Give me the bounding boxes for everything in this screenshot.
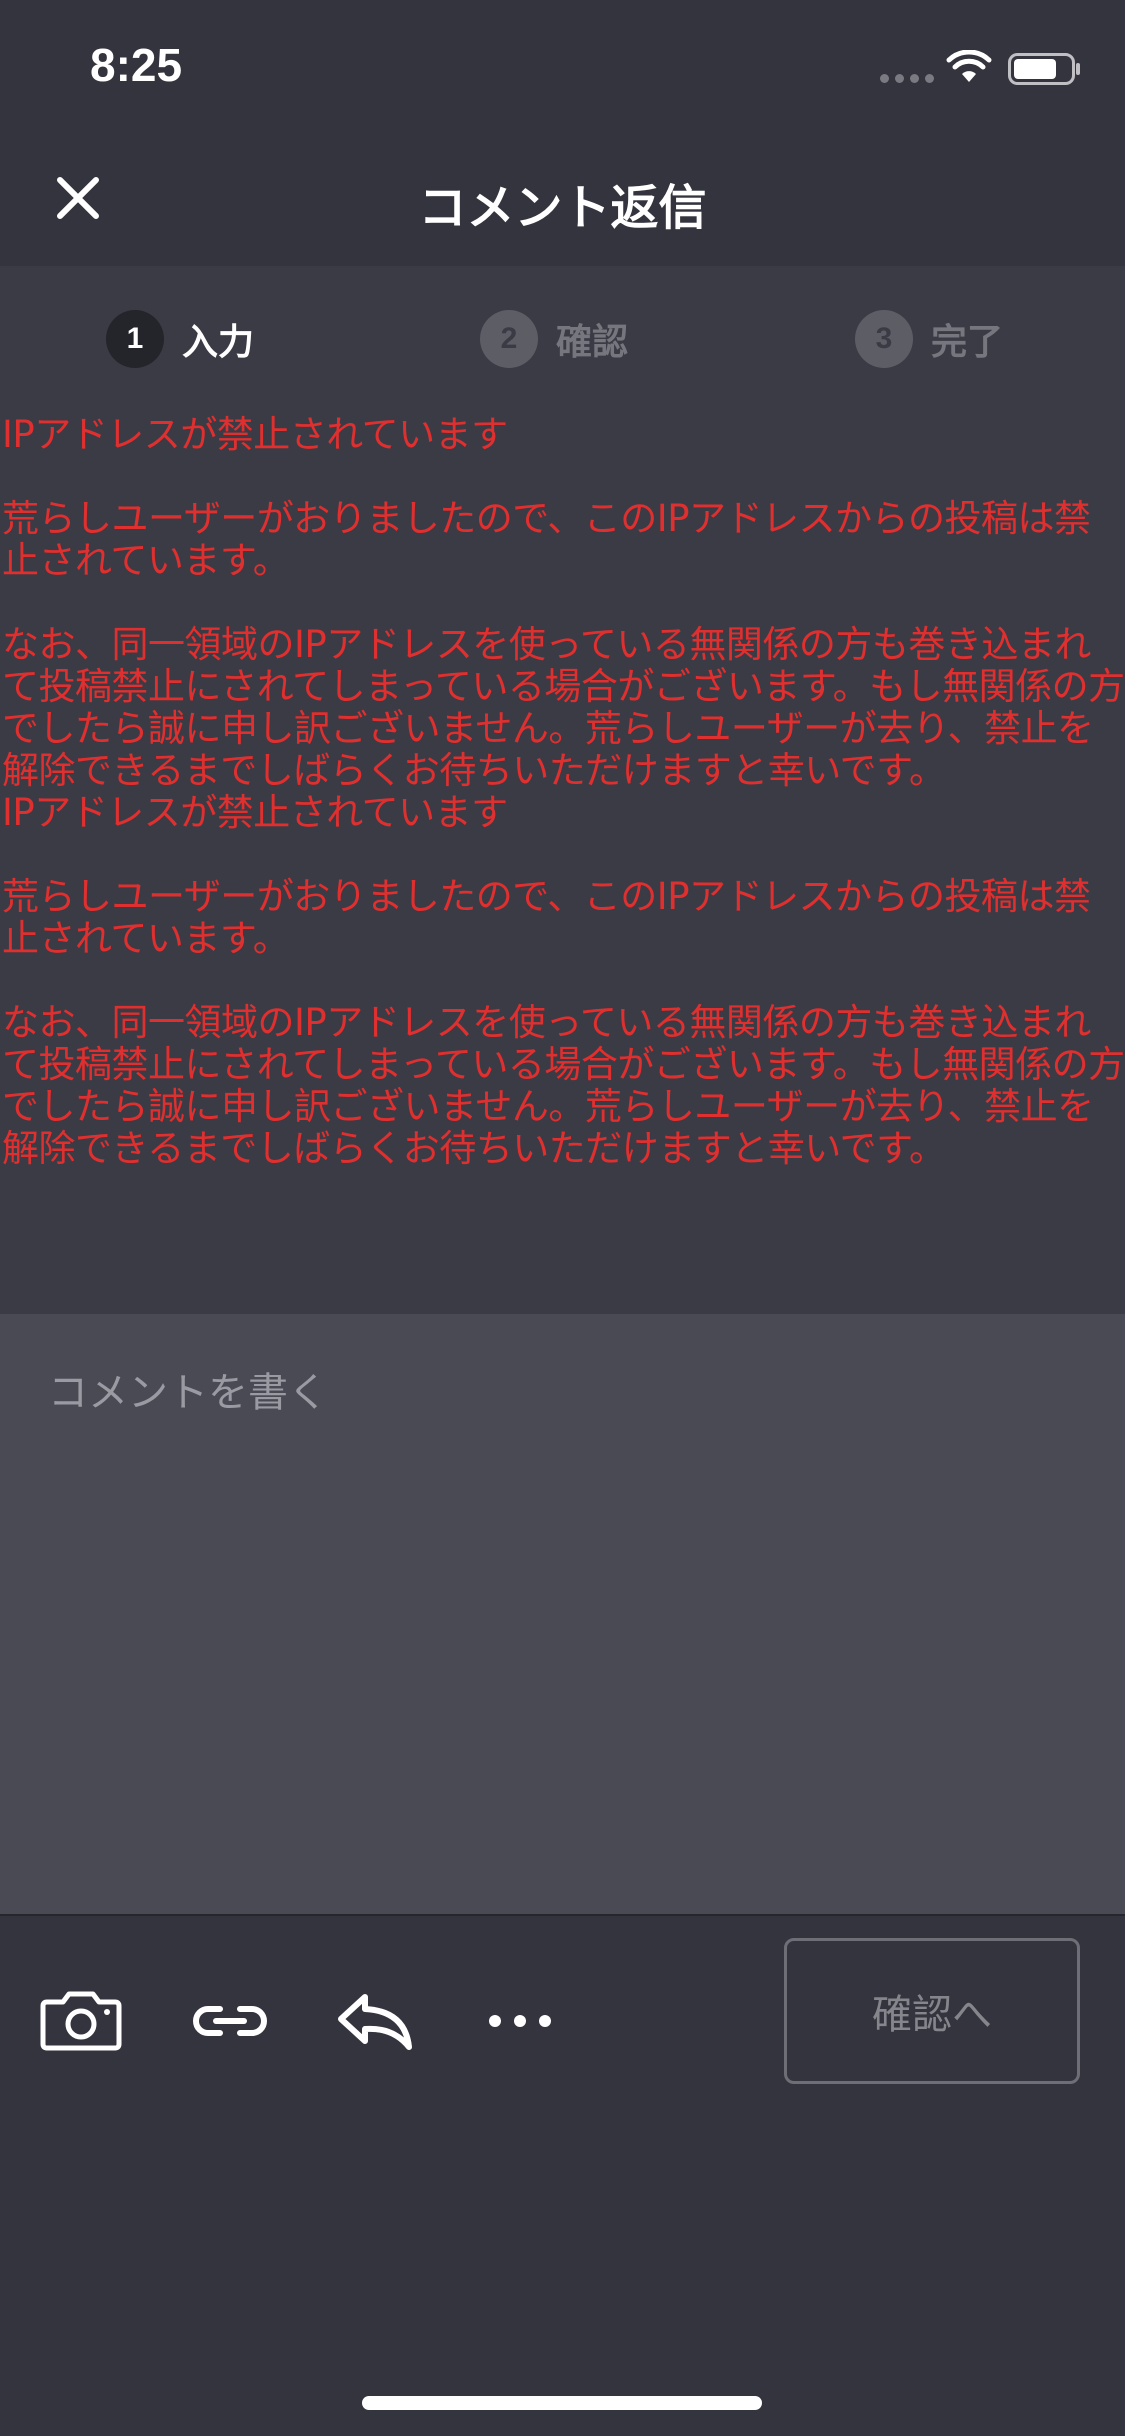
page-title: コメント返信 [418,180,707,236]
step-label: 確認 [556,322,629,363]
battery-icon [1008,53,1080,85]
step-label: 入力 [182,322,255,363]
comment-area [0,1314,1125,1914]
step-label: 完了 [931,322,1004,363]
link-button[interactable] [185,1976,275,2066]
more-button[interactable] [475,1976,565,2066]
camera-button[interactable] [36,1976,126,2066]
step-indicator: 1 入力 2 確認 3 完了 [0,266,1125,414]
status-time: 8:25 [90,39,183,91]
confirm-button[interactable]: 確認へ [784,1938,1080,2084]
status-bar: 8:25 [0,0,1125,140]
step-confirm: 2 確認 [480,310,628,368]
camera-icon [40,1991,122,2051]
comment-input[interactable] [46,1358,1080,1882]
more-icon [489,2015,551,2027]
error-message: IPアドレスが禁止されています 荒らしユーザーがおりましたので、このIPアドレス… [2,413,1125,1170]
home-indicator [362,2396,762,2410]
step-complete: 3 完了 [855,310,1003,368]
wifi-icon [946,50,992,82]
step-number: 3 [855,310,913,368]
step-number: 1 [106,310,164,368]
error-message-area: IPアドレスが禁止されています 荒らしユーザーがおりましたので、このIPアドレス… [0,414,1125,1314]
link-icon [193,2006,267,2036]
nav-bar: コメント返信 [0,140,1125,266]
step-number: 2 [480,310,538,368]
comment-toolbar: 確認へ [0,1914,1125,2106]
step-input: 1 入力 [106,310,254,368]
reply-button[interactable] [330,1976,420,2066]
cellular-signal-icon [880,74,934,83]
reply-icon [338,1994,412,2050]
